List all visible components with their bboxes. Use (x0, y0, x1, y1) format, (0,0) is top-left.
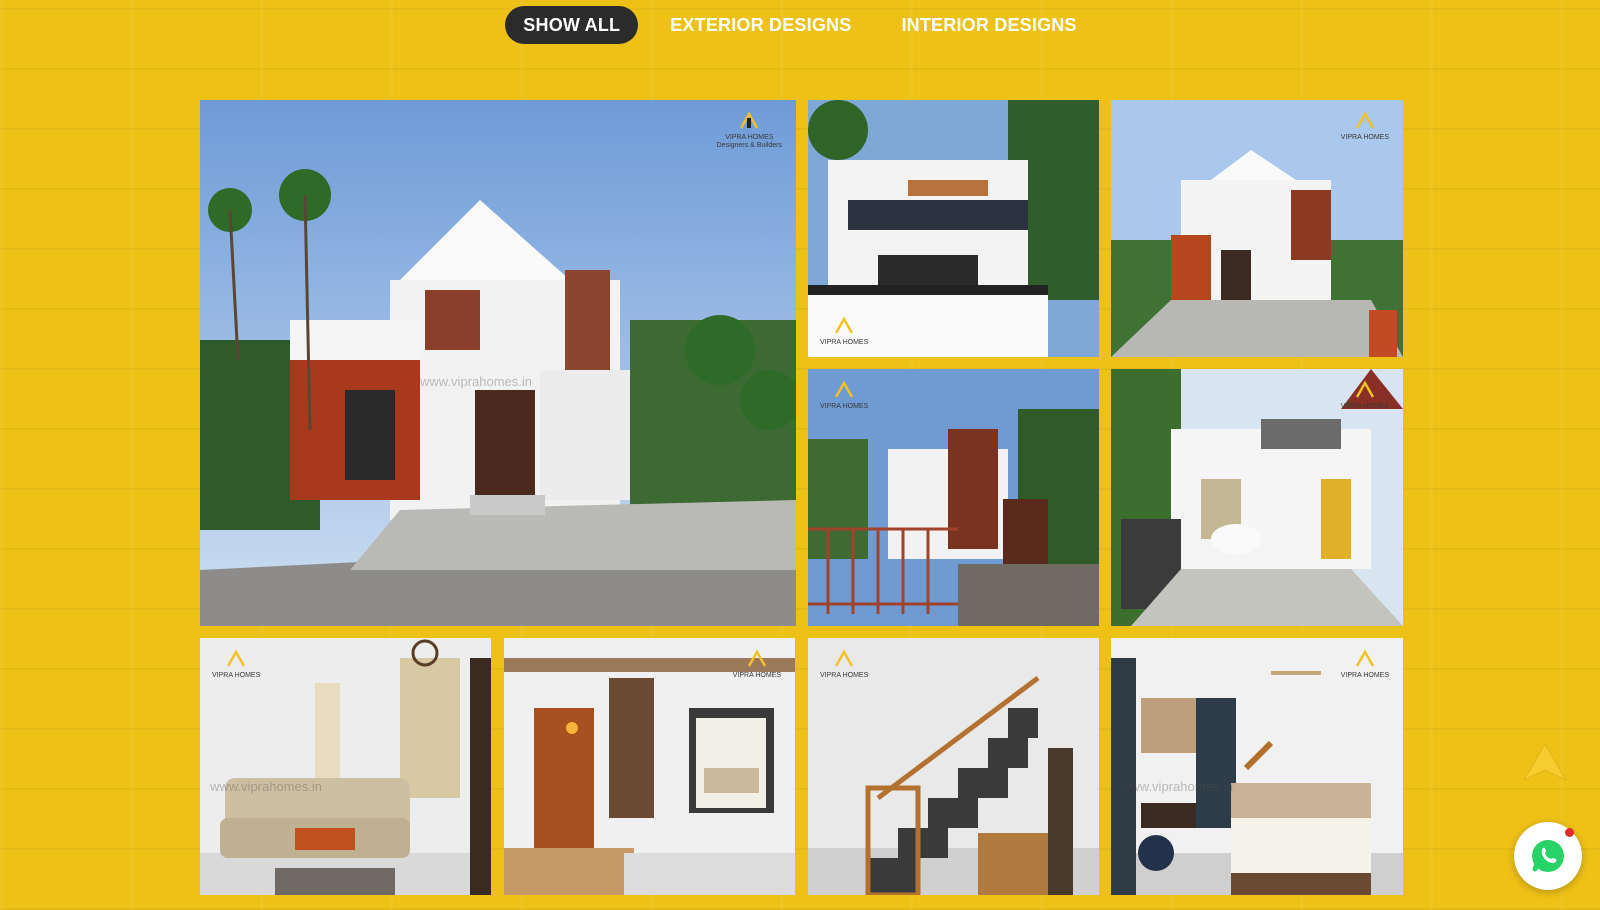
gallery-item-exterior-4[interactable]: VIPRA HOMES (808, 369, 1099, 626)
vipra-watermark: VIPRA HOMES (820, 315, 868, 347)
filter-tabs: SHOW ALL EXTERIOR DESIGNS INTERIOR DESIG… (0, 6, 1600, 44)
house-photo (200, 100, 796, 626)
gallery-item-interior-1[interactable]: VIPRA HOMES www.viprahomes.in (200, 638, 491, 895)
filter-show-all[interactable]: SHOW ALL (505, 6, 639, 44)
gallery-item-interior-4[interactable]: VIPRA HOMES www.viprahomes.in (1111, 638, 1403, 895)
vipra-watermark: VIPRA HOMES (733, 648, 781, 680)
gallery-item-exterior-2[interactable]: VIPRA HOMES (808, 100, 1099, 357)
gallery-item-exterior-5[interactable]: VIPRA HOMES (1111, 369, 1403, 626)
url-watermark: www.viprahomes.in (1121, 779, 1233, 795)
filter-exterior-designs[interactable]: EXTERIOR DESIGNS (652, 6, 869, 44)
vipra-watermark: VIPRA HOMES Designers & Builders (717, 110, 782, 149)
chevron-up-icon[interactable] (1520, 740, 1570, 786)
vipra-watermark: VIPRA HOMES (820, 379, 868, 411)
gallery-item-exterior-1[interactable]: VIPRA HOMES Designers & Builders www.vip… (200, 100, 796, 626)
gallery-item-exterior-3[interactable]: VIPRA HOMES (1111, 100, 1403, 357)
gallery-item-interior-2[interactable]: VIPRA HOMES (504, 638, 795, 895)
whatsapp-chat-button[interactable] (1514, 822, 1582, 890)
vipra-watermark: VIPRA HOMES (1341, 110, 1389, 142)
filter-interior-designs[interactable]: INTERIOR DESIGNS (883, 6, 1094, 44)
vipra-watermark: VIPRA HOMES (1341, 379, 1389, 411)
vipra-watermark: VIPRA HOMES (1341, 648, 1389, 680)
vipra-watermark: VIPRA HOMES (212, 648, 260, 680)
url-watermark: www.viprahomes.in (210, 779, 322, 795)
whatsapp-icon (1532, 840, 1564, 872)
project-gallery: VIPRA HOMES Designers & Builders www.vip… (200, 100, 1403, 895)
gallery-item-interior-3[interactable]: VIPRA HOMES (808, 638, 1099, 895)
vipra-watermark: VIPRA HOMES (820, 648, 868, 680)
url-watermark: www.viprahomes.in (420, 373, 532, 389)
notification-dot (1565, 828, 1574, 837)
